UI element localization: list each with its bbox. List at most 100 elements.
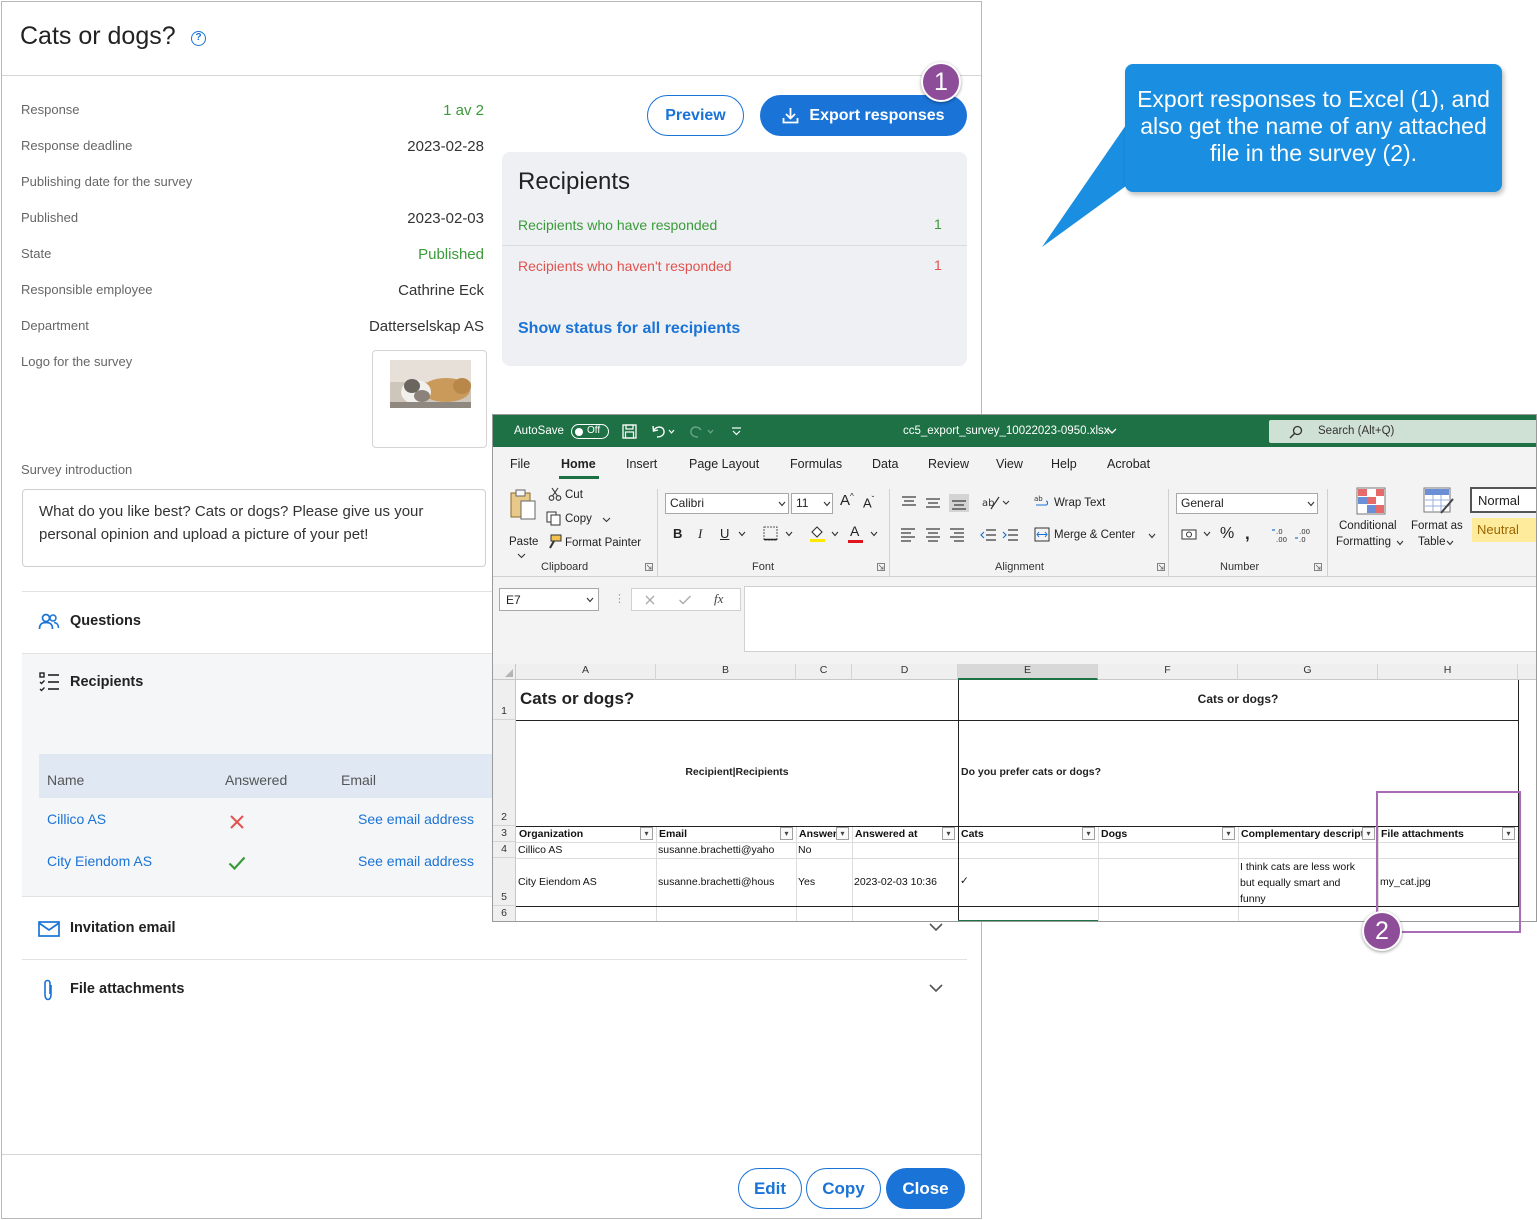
dialog-launcher-icon[interactable] bbox=[1314, 563, 1322, 571]
style-neutral[interactable]: Neutral bbox=[1472, 518, 1536, 542]
tab-home[interactable]: Home bbox=[561, 457, 596, 471]
indent-icons[interactable] bbox=[980, 527, 1022, 543]
underline-icon[interactable]: U bbox=[720, 526, 729, 541]
see-email-link[interactable]: See email address bbox=[358, 853, 474, 869]
column-header[interactable]: A bbox=[516, 664, 656, 680]
column-header[interactable]: B bbox=[656, 664, 796, 680]
copy-button-excel[interactable]: Copy bbox=[565, 513, 592, 525]
decimal-icons[interactable]: .0.00 .00.0 bbox=[1271, 526, 1315, 543]
tab-review[interactable]: Review bbox=[928, 457, 969, 471]
name-box[interactable]: E7 bbox=[499, 588, 599, 611]
section-questions[interactable]: Questions bbox=[70, 613, 141, 629]
dialog-launcher-icon[interactable] bbox=[877, 563, 885, 571]
cell-organization[interactable]: Cillico AS bbox=[518, 844, 654, 856]
sheet-title-left[interactable]: Cats or dogs? bbox=[520, 689, 634, 709]
column-header[interactable] bbox=[1518, 664, 1536, 680]
tab-insert[interactable]: Insert bbox=[626, 457, 657, 471]
header-cell[interactable]: Organization bbox=[517, 828, 641, 840]
chevron-down-icon[interactable] bbox=[517, 553, 526, 559]
font-name-select[interactable]: Calibri bbox=[665, 493, 789, 514]
row-header[interactable]: 3 bbox=[493, 826, 516, 842]
format-painter-button[interactable]: Format Painter bbox=[565, 537, 641, 549]
column-header[interactable]: H bbox=[1378, 664, 1518, 680]
format-as-table-line1[interactable]: Format as bbox=[1411, 520, 1463, 532]
row-header[interactable]: 1 bbox=[493, 680, 516, 720]
column-header[interactable]: D bbox=[852, 664, 958, 680]
cell-email[interactable]: susanne.brachetti@hous bbox=[658, 876, 794, 888]
format-as-table-line2[interactable]: Table bbox=[1418, 536, 1446, 548]
section-recipients[interactable]: Recipients bbox=[70, 674, 143, 690]
chevron-down-icon[interactable] bbox=[929, 923, 943, 932]
paste-button[interactable]: Paste bbox=[509, 536, 538, 548]
style-normal[interactable]: Normal bbox=[1470, 487, 1536, 513]
header-cell[interactable]: Cats bbox=[959, 828, 1083, 840]
tab-formulas[interactable]: Formulas bbox=[790, 457, 842, 471]
tab-data[interactable]: Data bbox=[872, 457, 898, 471]
orientation-icon[interactable]: ab bbox=[981, 493, 1011, 511]
horizontal-align-icons[interactable] bbox=[900, 527, 972, 543]
vertical-align-icons[interactable] bbox=[900, 494, 975, 512]
tab-help[interactable]: Help bbox=[1051, 457, 1077, 471]
recipient-name-link[interactable]: City Eiendom AS bbox=[47, 853, 152, 869]
formula-input[interactable] bbox=[744, 586, 1536, 652]
conditional-formatting-line1[interactable]: Conditional bbox=[1339, 520, 1397, 532]
edit-button[interactable]: Edit bbox=[738, 1168, 802, 1209]
filter-dropdown-icon[interactable]: ▾ bbox=[1082, 827, 1095, 840]
dialog-launcher-icon[interactable] bbox=[1157, 563, 1165, 571]
copy-button[interactable]: Copy bbox=[806, 1168, 881, 1209]
header-cell[interactable]: Complementary descript bbox=[1239, 828, 1363, 840]
select-all-corner[interactable] bbox=[493, 664, 516, 680]
header-cell[interactable]: Dogs bbox=[1099, 828, 1223, 840]
tab-view[interactable]: View bbox=[996, 457, 1023, 471]
customize-toolbar-icon[interactable] bbox=[731, 426, 742, 436]
shrink-font-icon[interactable]: Aˇ bbox=[863, 495, 874, 510]
group-header-question[interactable]: Do you prefer cats or dogs? bbox=[961, 766, 1101, 778]
tab-acrobat[interactable]: Acrobat bbox=[1107, 457, 1150, 471]
section-invitation-email[interactable]: Invitation email bbox=[70, 920, 176, 936]
cell-description[interactable]: I think cats are less work but equally s… bbox=[1240, 859, 1366, 907]
preview-button[interactable]: Preview bbox=[647, 95, 744, 136]
cell-answer[interactable]: No bbox=[798, 844, 850, 856]
percent-icon[interactable]: % bbox=[1220, 525, 1234, 543]
header-cell[interactable]: Answered at bbox=[853, 828, 943, 840]
chevron-down-icon[interactable] bbox=[831, 531, 839, 537]
cell-answered-at[interactable]: 2023-02-03 10:36 bbox=[854, 876, 956, 888]
file-name[interactable]: cc5_export_survey_10022023-0950.xlsx bbox=[903, 425, 1110, 437]
recipient-name-link[interactable]: Cillico AS bbox=[47, 811, 106, 827]
chevron-down-icon[interactable] bbox=[1107, 428, 1117, 435]
cut-button[interactable]: Cut bbox=[565, 489, 583, 501]
number-format-select[interactable]: General bbox=[1176, 493, 1318, 514]
autosave-toggle[interactable]: Off bbox=[571, 424, 609, 439]
logo-thumbnail[interactable] bbox=[372, 350, 487, 448]
search-box[interactable]: Search (Alt+Q) bbox=[1269, 420, 1536, 443]
cell-answer[interactable]: Yes bbox=[798, 876, 850, 888]
row-header[interactable]: 6 bbox=[493, 906, 516, 921]
column-header[interactable]: E bbox=[958, 664, 1098, 680]
comma-style-icon[interactable]: , bbox=[1245, 524, 1250, 544]
col-email[interactable]: Email bbox=[341, 772, 376, 788]
filter-dropdown-icon[interactable]: ▾ bbox=[1362, 827, 1375, 840]
conditional-formatting-line2[interactable]: Formatting bbox=[1336, 536, 1391, 548]
font-color-icon[interactable]: A bbox=[850, 523, 859, 539]
dialog-launcher-icon[interactable] bbox=[645, 563, 653, 571]
header-cell[interactable]: Email bbox=[657, 828, 781, 840]
row-header[interactable]: 2 bbox=[493, 720, 516, 826]
col-answered[interactable]: Answered bbox=[225, 772, 287, 788]
close-button[interactable]: Close bbox=[886, 1168, 965, 1209]
merge-center-button[interactable]: Merge & Center bbox=[1054, 529, 1135, 541]
borders-icon[interactable] bbox=[763, 526, 778, 541]
filter-dropdown-icon[interactable]: ▾ bbox=[942, 827, 955, 840]
bold-icon[interactable]: B bbox=[673, 526, 682, 541]
cell-email[interactable]: susanne.brachetti@yaho bbox=[658, 844, 794, 856]
sheet-title-right[interactable]: Cats or dogs? bbox=[958, 692, 1518, 706]
row-header[interactable]: 5 bbox=[493, 858, 516, 906]
header-cell[interactable]: Answer bbox=[797, 828, 837, 840]
undo-icon[interactable] bbox=[651, 424, 677, 439]
selected-cell-e7[interactable] bbox=[958, 920, 1098, 921]
enter-formula-icon[interactable] bbox=[678, 594, 692, 606]
chevron-down-icon[interactable] bbox=[602, 517, 611, 523]
show-status-link[interactable]: Show status for all recipients bbox=[518, 320, 740, 338]
filter-dropdown-icon[interactable]: ▾ bbox=[836, 827, 849, 840]
column-header[interactable]: F bbox=[1098, 664, 1238, 680]
currency-icon[interactable] bbox=[1181, 528, 1199, 541]
